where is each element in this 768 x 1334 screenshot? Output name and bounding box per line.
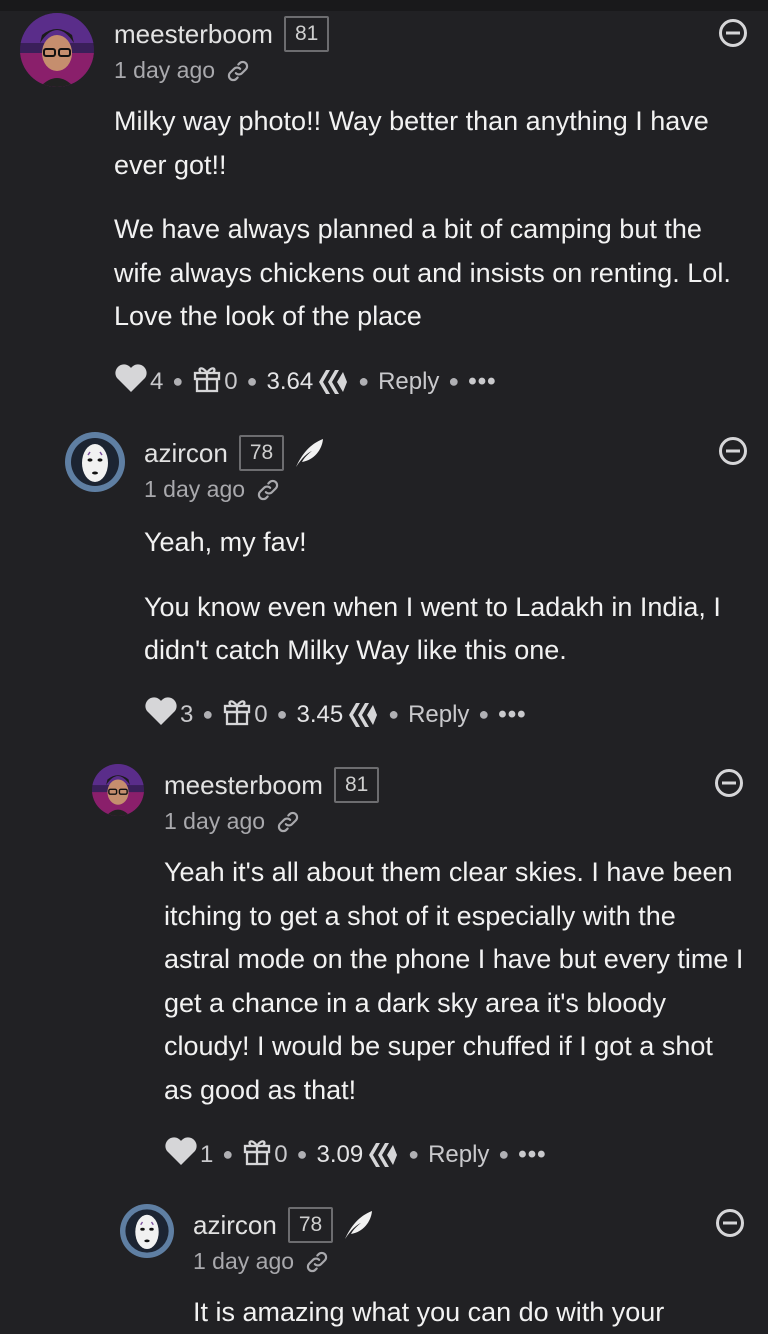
comment: azircon 78 1 day ago It is amazing what …: [100, 1204, 760, 1334]
vote-count[interactable]: 3: [180, 701, 193, 729]
payout-value[interactable]: 3.09: [316, 1141, 363, 1169]
separator-dot: ●: [448, 371, 460, 391]
separator-dot: ●: [498, 1144, 510, 1164]
avatar[interactable]: [92, 764, 144, 816]
comment-paragraph: We have always planned a bit of camping …: [114, 214, 731, 331]
reputation-badge: 78: [287, 1207, 334, 1243]
more-options-button[interactable]: •••: [518, 1141, 546, 1169]
separator-dot: ●: [172, 371, 184, 391]
username[interactable]: meesterboom: [114, 19, 273, 50]
avatar[interactable]: [20, 13, 94, 87]
payout-value[interactable]: 3.45: [296, 701, 343, 729]
comment-actions: 3 ● 0 ● 3.45 ● Reply ● •••: [144, 696, 527, 733]
hive-logo-icon: [317, 367, 349, 397]
username[interactable]: azircon: [144, 438, 228, 469]
top-bar-edge: [0, 0, 768, 11]
comment: azircon 78 1 day ago Yeah, my fav! You k…: [50, 432, 760, 742]
hive-logo-icon: [367, 1140, 399, 1170]
gift-icon[interactable]: [222, 696, 252, 733]
gift-count[interactable]: 0: [274, 1141, 287, 1169]
avatar[interactable]: [65, 432, 125, 492]
comment-paragraph: It is amazing what you can do with your: [193, 1297, 665, 1327]
comment-paragraph: You know even when I went to Ladakh in I…: [144, 591, 721, 666]
separator-dot: ●: [246, 371, 258, 391]
separator-dot: ●: [276, 704, 288, 724]
separator-dot: ●: [358, 371, 370, 391]
reputation-badge: 81: [283, 16, 330, 52]
gift-icon[interactable]: [242, 1136, 272, 1173]
comment-body: Milky way photo!! Way better than anythi…: [114, 100, 754, 360]
heart-icon[interactable]: [114, 363, 148, 400]
reply-button[interactable]: Reply: [408, 701, 469, 729]
comment-actions: 1 ● 0 ● 3.09 ● Reply ● •••: [164, 1136, 547, 1173]
timestamp[interactable]: 1 day ago: [193, 1248, 294, 1275]
comment-body: Yeah it's all about them clear skies. I …: [164, 851, 744, 1133]
comment: meesterboom 81 1 day ago Yeah it's all a…: [70, 764, 760, 1184]
minus-circle-icon[interactable]: [715, 1208, 745, 1238]
username[interactable]: azircon: [193, 1210, 277, 1241]
vote-count[interactable]: 4: [150, 368, 163, 396]
link-icon[interactable]: [275, 809, 301, 835]
separator-dot: ●: [202, 704, 214, 724]
feather-icon: [341, 1208, 375, 1242]
link-icon[interactable]: [255, 477, 281, 503]
separator-dot: ●: [408, 1144, 420, 1164]
link-icon[interactable]: [304, 1249, 330, 1275]
feather-icon: [292, 436, 326, 470]
comment-body: Yeah, my fav! You know even when I went …: [144, 521, 760, 694]
reputation-badge: 81: [333, 767, 380, 803]
gift-icon[interactable]: [192, 363, 222, 400]
gift-count[interactable]: 0: [254, 701, 267, 729]
link-icon[interactable]: [225, 58, 251, 84]
hive-logo-icon: [347, 700, 379, 730]
timestamp[interactable]: 1 day ago: [114, 57, 215, 84]
minus-circle-icon[interactable]: [718, 436, 748, 466]
minus-circle-icon[interactable]: [718, 18, 748, 48]
comment-body: It is amazing what you can do with your: [193, 1291, 753, 1334]
separator-dot: ●: [478, 704, 490, 724]
reply-button[interactable]: Reply: [378, 368, 439, 396]
reply-button[interactable]: Reply: [428, 1141, 489, 1169]
minus-circle-icon[interactable]: [714, 768, 744, 798]
comment-paragraph: Yeah, my fav!: [144, 527, 307, 557]
comment-actions: 4 ● 0 ● 3.64 ● Reply ● •••: [114, 363, 497, 400]
heart-icon[interactable]: [164, 1136, 198, 1173]
more-options-button[interactable]: •••: [498, 701, 526, 729]
vote-count[interactable]: 1: [200, 1141, 213, 1169]
payout-value[interactable]: 3.64: [266, 368, 313, 396]
timestamp[interactable]: 1 day ago: [164, 808, 265, 835]
username[interactable]: meesterboom: [164, 770, 323, 801]
timestamp[interactable]: 1 day ago: [144, 476, 245, 503]
avatar[interactable]: [120, 1204, 174, 1258]
comment-paragraph: Milky way photo!! Way better than anythi…: [114, 106, 709, 180]
comment: meesterboom 81 1 day ago Milky way photo…: [20, 13, 760, 413]
separator-dot: ●: [388, 704, 400, 724]
heart-icon[interactable]: [144, 696, 178, 733]
comment-paragraph: Yeah it's all about them clear skies. I …: [164, 857, 744, 1105]
more-options-button[interactable]: •••: [468, 368, 496, 396]
gift-count[interactable]: 0: [224, 368, 237, 396]
separator-dot: ●: [296, 1144, 308, 1164]
separator-dot: ●: [222, 1144, 234, 1164]
reputation-badge: 78: [238, 435, 285, 471]
